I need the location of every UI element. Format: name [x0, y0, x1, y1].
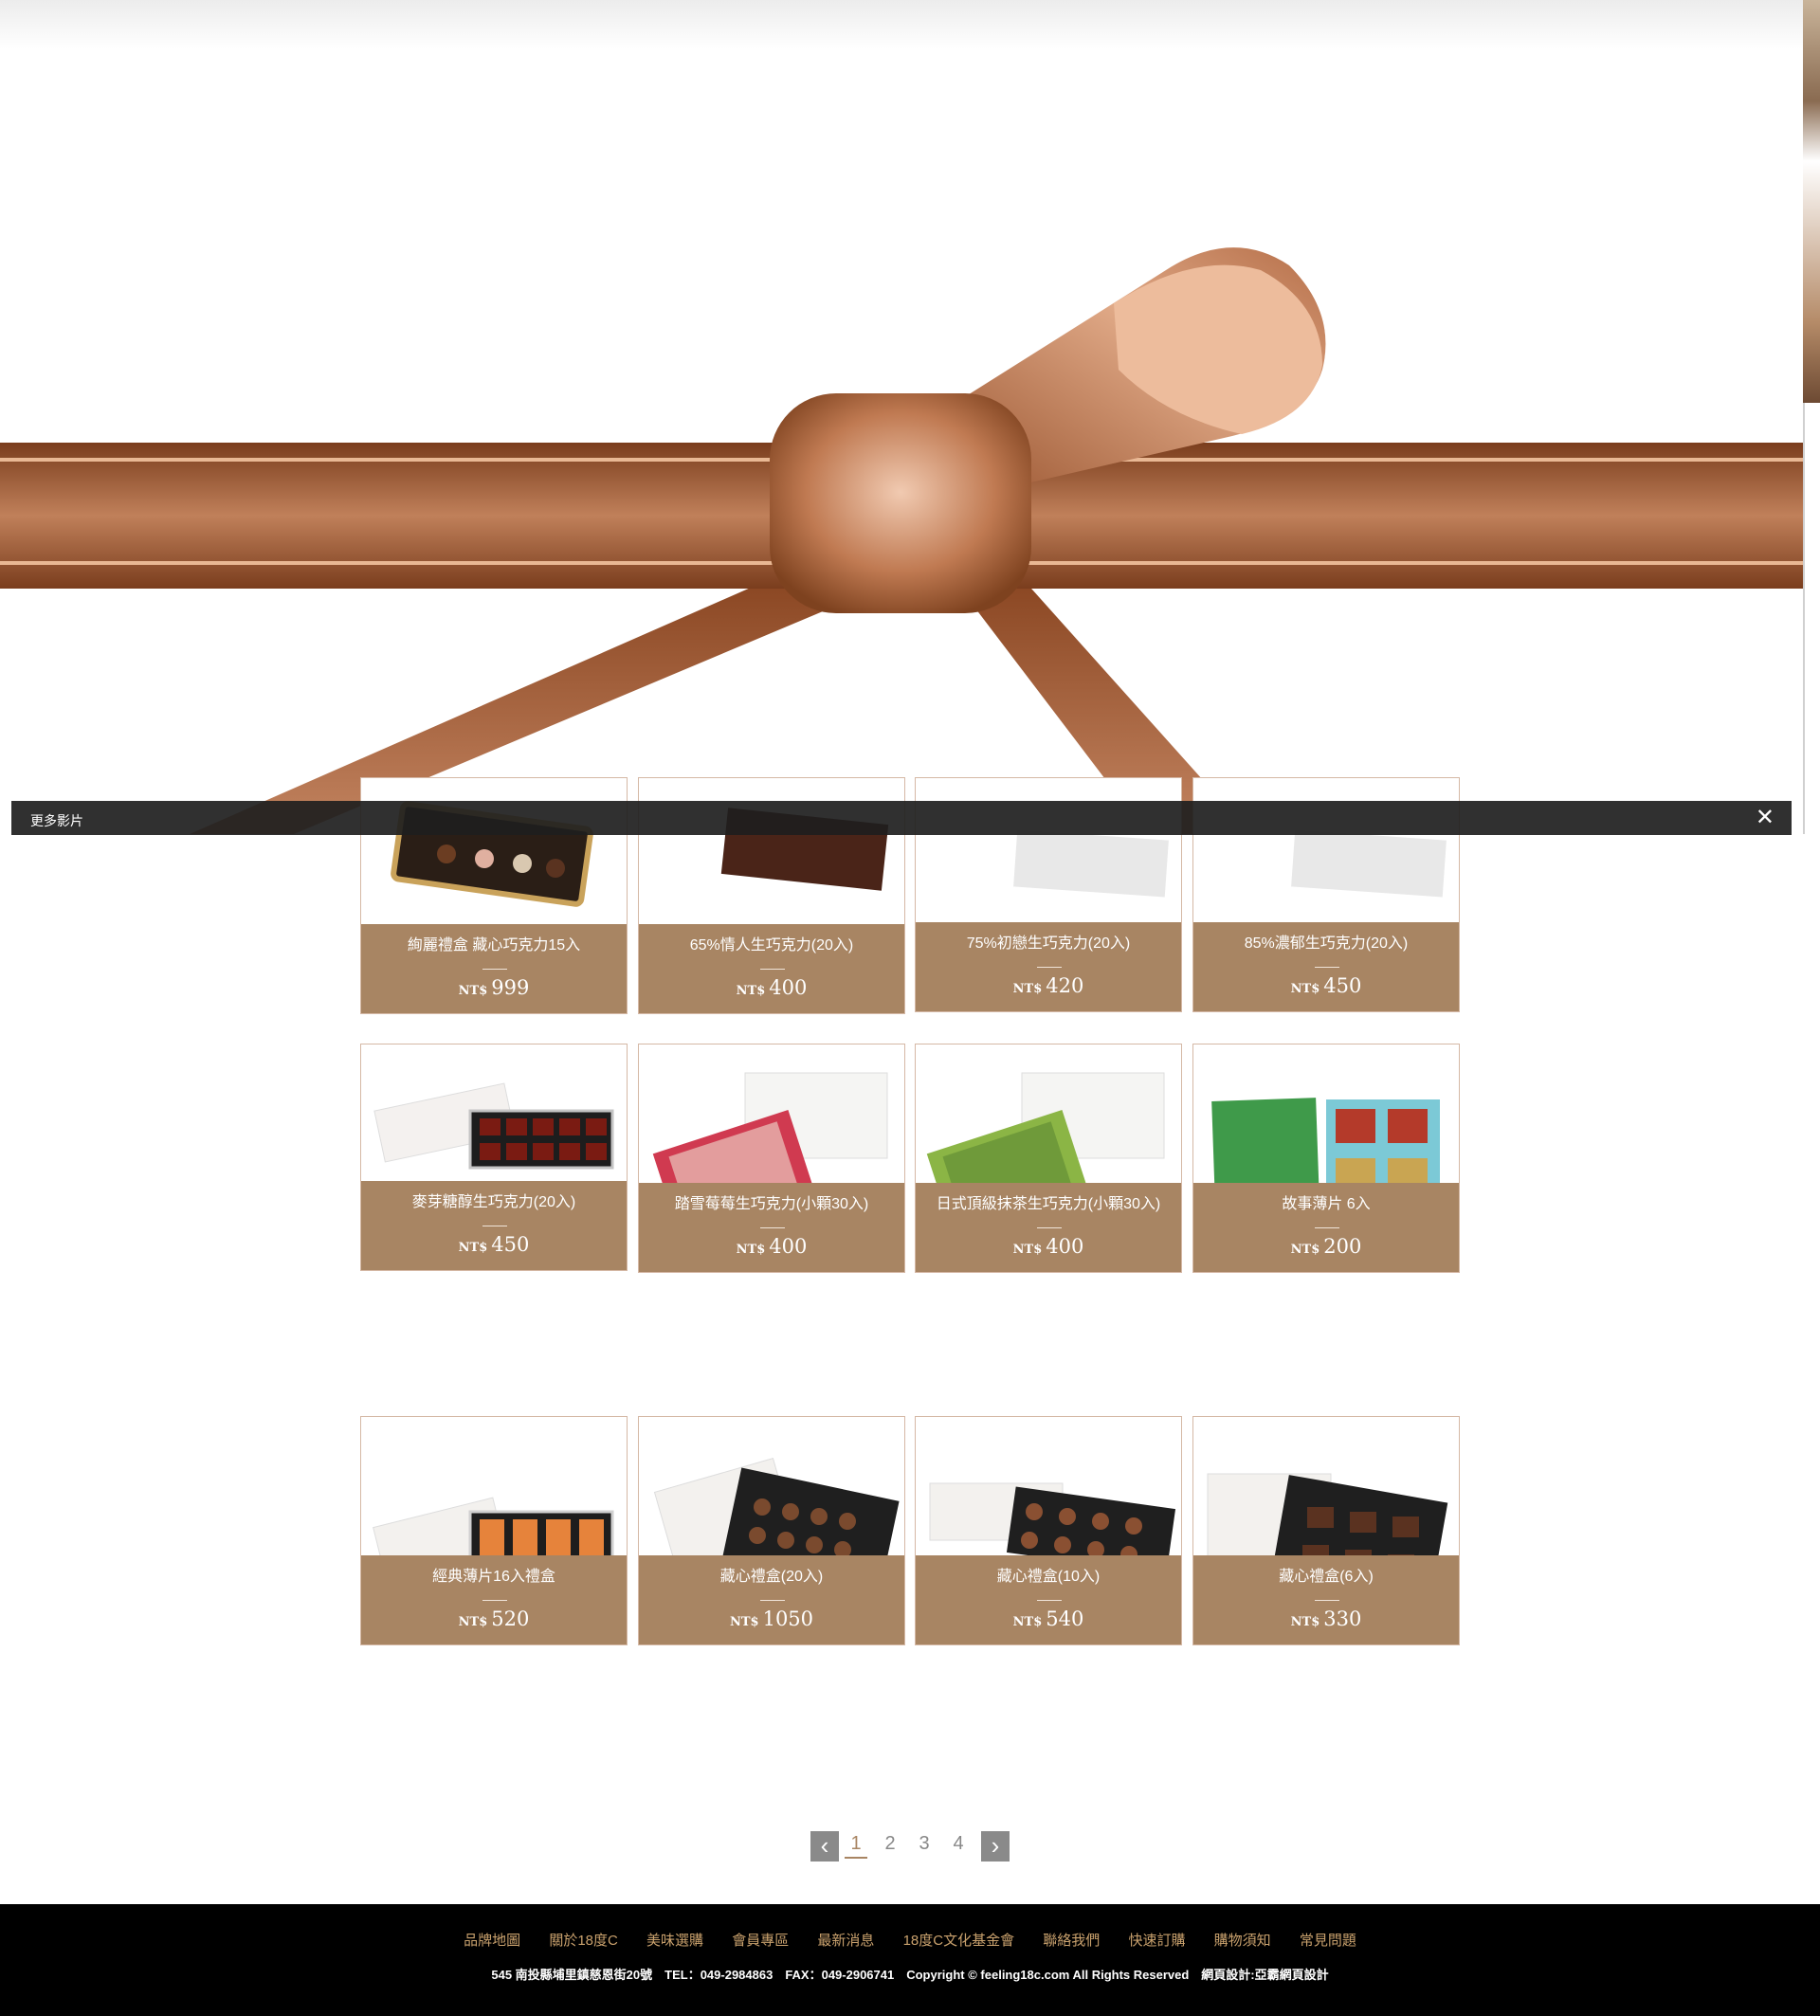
product-name[interactable]: 85%濃郁生巧克力(20入)	[1203, 935, 1449, 953]
product-card[interactable]: 藏心禮盒(6入) NT$ 330	[1192, 1416, 1460, 1645]
footer-link-shop[interactable]: 美味選購	[646, 1933, 703, 1949]
page-3-link[interactable]: 3	[913, 1833, 936, 1855]
divider	[1037, 1600, 1062, 1601]
divider	[482, 1600, 507, 1601]
product-image[interactable]	[1193, 1044, 1459, 1185]
close-icon[interactable]: ✕	[1756, 806, 1774, 830]
product-price: NT$ 520	[458, 1607, 530, 1630]
product-info: 75%初戀生巧克力(20入) NT$ 420	[916, 922, 1181, 1011]
product-image[interactable]	[361, 1417, 627, 1557]
product-name[interactable]: 藏心禮盒(6入)	[1203, 1569, 1449, 1586]
divider	[1037, 1227, 1062, 1228]
product-info: 故事薄片 6入 NT$ 200	[1193, 1183, 1459, 1272]
footer-link-quick-order[interactable]: 快速訂購	[1128, 1933, 1185, 1949]
next-page-button[interactable]: ›	[981, 1831, 1010, 1862]
product-image[interactable]	[916, 1417, 1181, 1557]
product-info: 65%情人生巧克力(20入) NT$ 400	[639, 924, 904, 1013]
page-4-link[interactable]: 4	[947, 1833, 970, 1855]
site-footer: 品牌地圖 關於18度C 美味選購 會員專區 最新消息 18度C文化基金會 聯絡我…	[0, 1904, 1820, 2016]
divider	[760, 969, 785, 970]
product-card[interactable]: 藏心禮盒(10入) NT$ 540	[915, 1416, 1182, 1645]
product-name[interactable]: 絢麗禮盒 藏心巧克力15入	[371, 937, 617, 954]
product-info: 踏雪莓莓生巧克力(小顆30入) NT$ 400	[639, 1183, 904, 1272]
page-2-link[interactable]: 2	[879, 1833, 901, 1855]
divider	[1315, 1600, 1339, 1601]
product-price: NT$ 1050	[729, 1607, 814, 1630]
product-price: NT$ 999	[458, 976, 530, 999]
ribbon-bow-graphic	[0, 247, 1803, 834]
side-divider	[1803, 403, 1805, 834]
product-info: 85%濃郁生巧克力(20入) NT$ 450	[1193, 922, 1459, 1011]
product-name[interactable]: 75%初戀生巧克力(20入)	[925, 935, 1172, 953]
footer-contact-info: 545 南投縣埔里鎮慈恩街20號 TEL：049-2984863 FAX：049…	[491, 1968, 1329, 1982]
prev-page-button[interactable]: ‹	[810, 1831, 839, 1862]
divider	[1037, 967, 1062, 968]
product-price: NT$ 450	[1290, 974, 1362, 997]
product-image[interactable]	[1193, 1417, 1459, 1557]
footer-link-news[interactable]: 最新消息	[817, 1933, 874, 1949]
product-info: 經典薄片16入禮盒 NT$ 520	[361, 1555, 627, 1644]
product-price: NT$ 400	[736, 1235, 808, 1258]
product-name[interactable]: 65%情人生巧克力(20入)	[648, 937, 895, 954]
product-price: NT$ 200	[1290, 1235, 1362, 1258]
product-card[interactable]: 日式頂級抹茶生巧克力(小顆30入) NT$ 400	[915, 1044, 1182, 1273]
product-info: 麥芽糖醇生巧克力(20入) NT$ 450	[361, 1181, 627, 1270]
product-price: NT$ 420	[1012, 974, 1084, 997]
product-name[interactable]: 故事薄片 6入	[1203, 1196, 1449, 1213]
divider	[1315, 967, 1339, 968]
product-card[interactable]: 經典薄片16入禮盒 NT$ 520	[360, 1416, 628, 1645]
product-price: NT$ 400	[1012, 1235, 1084, 1258]
footer-nav: 品牌地圖 關於18度C 美味選購 會員專區 最新消息 18度C文化基金會 聯絡我…	[0, 1930, 1820, 1950]
product-info: 藏心禮盒(6入) NT$ 330	[1193, 1555, 1459, 1644]
product-name[interactable]: 藏心禮盒(20入)	[648, 1569, 895, 1586]
product-card[interactable]: 踏雪莓莓生巧克力(小顆30入) NT$ 400	[638, 1044, 905, 1273]
product-card[interactable]: 故事薄片 6入 NT$ 200	[1192, 1044, 1460, 1273]
divider	[1315, 1227, 1339, 1228]
footer-link-shopping-info[interactable]: 購物須知	[1214, 1933, 1271, 1949]
side-photo-strip	[1803, 0, 1820, 403]
product-info: 日式頂級抹茶生巧克力(小顆30入) NT$ 400	[916, 1183, 1181, 1272]
more-videos-title[interactable]: 更多影片	[30, 811, 83, 830]
product-image[interactable]	[639, 1417, 904, 1557]
product-name[interactable]: 藏心禮盒(10入)	[925, 1569, 1172, 1586]
footer-link-brand-map[interactable]: 品牌地圖	[464, 1933, 520, 1949]
hero-ribbon-banner	[0, 0, 1803, 834]
product-name[interactable]: 日式頂級抹茶生巧克力(小顆30入)	[925, 1196, 1172, 1213]
product-info: 絢麗禮盒 藏心巧克力15入 NT$ 999	[361, 924, 627, 1013]
divider	[482, 969, 507, 970]
product-price: NT$ 400	[736, 976, 808, 999]
product-price: NT$ 540	[1012, 1607, 1084, 1630]
divider	[760, 1227, 785, 1228]
product-name[interactable]: 踏雪莓莓生巧克力(小顆30入)	[648, 1196, 895, 1213]
footer-link-faq[interactable]: 常見問題	[1300, 1933, 1356, 1949]
product-price: NT$ 450	[458, 1233, 530, 1256]
product-name[interactable]: 麥芽糖醇生巧克力(20入)	[371, 1194, 617, 1211]
footer-link-about[interactable]: 關於18度C	[549, 1933, 618, 1949]
product-price: NT$ 330	[1290, 1607, 1362, 1630]
product-image[interactable]	[916, 1044, 1181, 1185]
divider	[760, 1600, 785, 1601]
page-1-link[interactable]: 1	[845, 1833, 867, 1859]
footer-link-foundation[interactable]: 18度C文化基金會	[903, 1933, 1015, 1949]
product-image[interactable]	[361, 1044, 627, 1183]
product-info: 藏心禮盒(20入) NT$ 1050	[639, 1555, 904, 1644]
product-card[interactable]: 麥芽糖醇生巧克力(20入) NT$ 450	[360, 1044, 628, 1271]
more-videos-bar: 更多影片 ✕	[11, 801, 1792, 835]
product-name[interactable]: 經典薄片16入禮盒	[371, 1569, 617, 1586]
product-image[interactable]	[639, 1044, 904, 1185]
footer-link-contact[interactable]: 聯絡我們	[1043, 1933, 1100, 1949]
footer-link-member[interactable]: 會員專區	[732, 1933, 789, 1949]
product-card[interactable]: 藏心禮盒(20入) NT$ 1050	[638, 1416, 905, 1645]
product-info: 藏心禮盒(10入) NT$ 540	[916, 1555, 1181, 1644]
